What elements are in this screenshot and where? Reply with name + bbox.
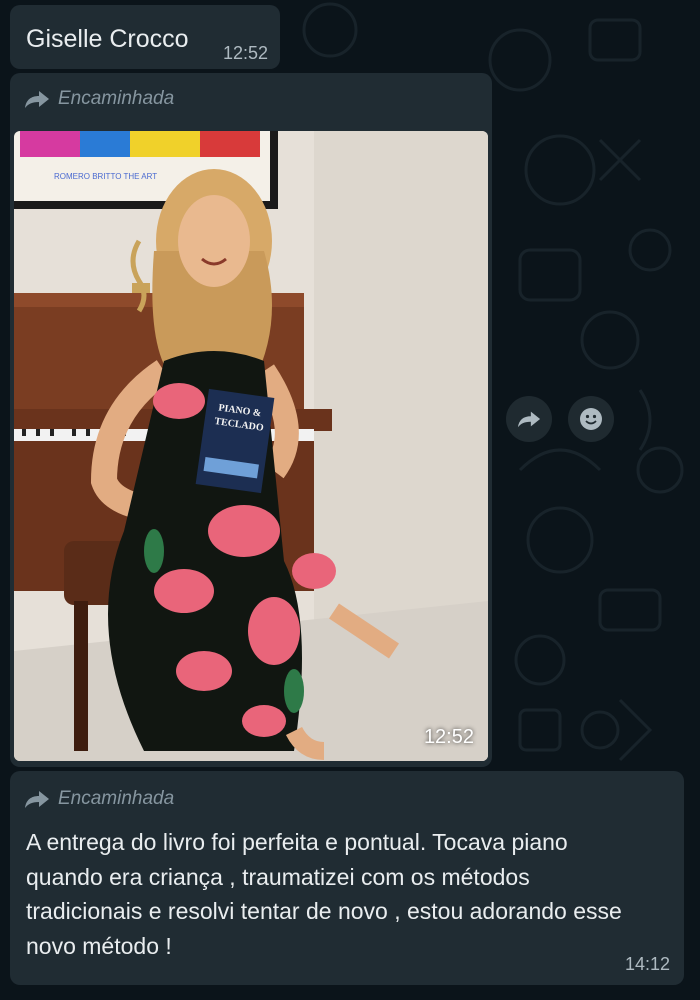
forwarded-label: Encaminhada [58,88,175,109]
message-time: 12:52 [222,43,268,63]
media-message-bubble[interactable]: Encaminhada ROMERO BRITTO THE ART PIANO … [10,73,492,767]
share-button[interactable] [506,396,552,442]
smiley-icon [580,408,602,430]
message-time: 14:12 [624,954,670,974]
forwarded-indicator: Encaminhada [24,88,174,110]
forwarded-indicator: Encaminhada [24,788,174,810]
poster-caption: ROMERO BRITTO THE ART [54,172,157,181]
message-bubble[interactable]: Giselle Crocco 12:52 [10,5,280,69]
forward-arrow-icon [25,791,49,808]
message-text: A entrega do livro foi perfeita e pontua… [26,829,622,959]
react-button[interactable] [568,396,614,442]
share-icon [517,411,541,428]
photo-time: 12:52 [423,726,474,748]
message-text: Giselle Crocco [26,25,189,53]
message-bubble[interactable]: Encaminhada A entrega do livro foi perfe… [10,771,684,985]
forward-arrow-icon [25,91,49,108]
photo-image[interactable]: ROMERO BRITTO THE ART PIANO & TECLADO 12… [14,131,488,761]
forwarded-label: Encaminhada [58,788,175,809]
